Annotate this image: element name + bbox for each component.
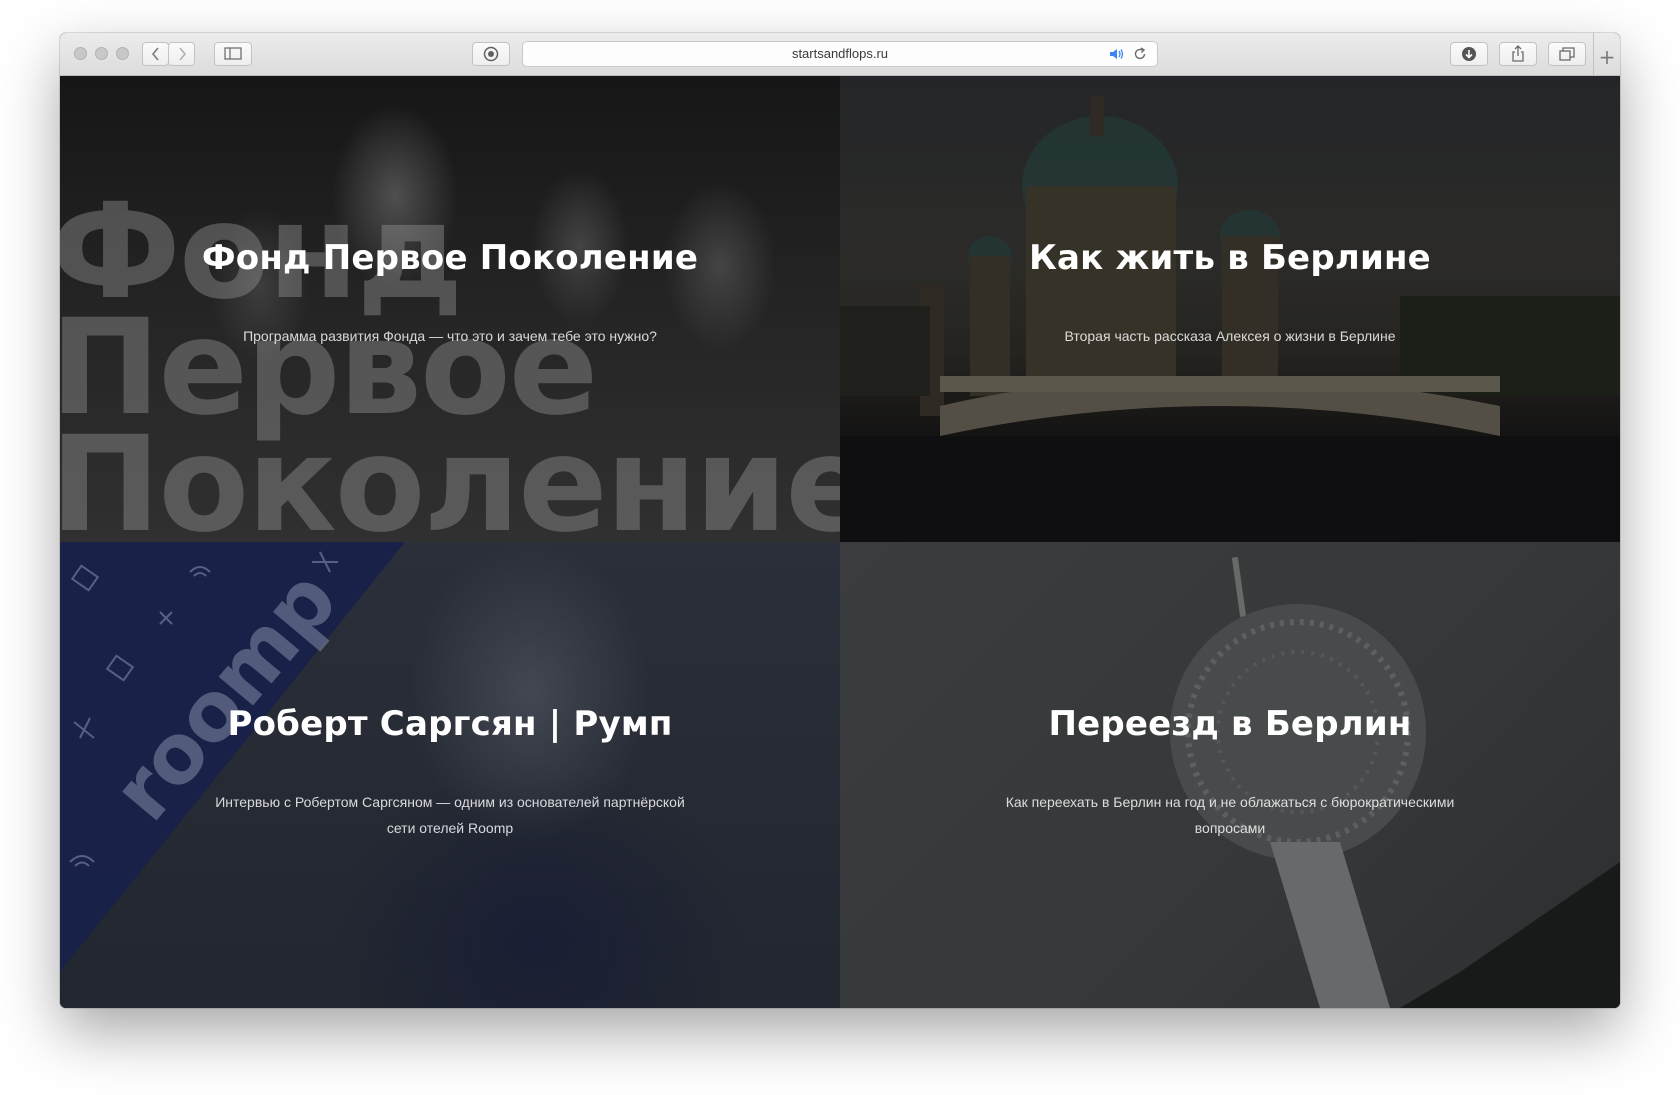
camera-icon — [483, 46, 499, 66]
page-content: Фонд Первое Поколение Фонд Первое Поколе… — [60, 76, 1620, 1008]
share-icon — [1511, 45, 1525, 66]
close-window-button[interactable] — [74, 47, 87, 60]
sidebar-icon — [224, 46, 242, 64]
url-text: startsandflops.ru — [791, 46, 889, 61]
minimize-window-button[interactable] — [95, 47, 108, 60]
browser-window: startsandflops.ru + Фонд Первое Поколени… — [60, 33, 1620, 1008]
card-overlay — [840, 542, 1620, 1008]
tab-overview-button[interactable] — [1548, 42, 1586, 66]
card-overlay — [840, 76, 1620, 542]
plus-icon: + — [1598, 45, 1616, 69]
sidebar-button[interactable] — [214, 42, 252, 66]
background-word-3: Поколение — [60, 408, 840, 542]
article-card-berlin-move[interactable]: Переезд в Берлин Как переехать в Берлин … — [840, 542, 1620, 1008]
card-description: Вторая часть рассказа Алексея о жизни в … — [1064, 328, 1396, 344]
article-card-berlin-life[interactable]: Как жить в Берлине Вторая часть рассказа… — [840, 76, 1620, 542]
reload-icon[interactable] — [1133, 42, 1147, 69]
chevron-right-icon — [177, 47, 187, 65]
share-button[interactable] — [1499, 42, 1537, 66]
downloads-button[interactable] — [1450, 42, 1488, 66]
extension-button[interactable] — [472, 42, 510, 66]
card-title: Фонд Первое Поколение — [201, 238, 699, 278]
forward-button[interactable] — [168, 42, 195, 66]
card-title: Как жить в Берлине — [1029, 238, 1431, 278]
new-tab-button[interactable]: + — [1593, 33, 1620, 75]
tabs-icon — [1559, 47, 1575, 65]
card-title: Роберт Саргсян | Румп — [227, 704, 673, 744]
card-description: Интервью с Робертом Саргсяном — одним из… — [215, 794, 685, 836]
chevron-left-icon — [151, 47, 161, 65]
card-title: Переезд в Берлин — [1048, 704, 1412, 744]
article-card-roomp[interactable]: roomp Роберт Саргсян | Румп Интервью с Р… — [60, 542, 840, 1008]
address-bar[interactable]: startsandflops.ru — [522, 41, 1158, 67]
card-description: Как переехать в Берлин на год и не облаж… — [1005, 794, 1455, 836]
zoom-window-button[interactable] — [116, 47, 129, 60]
download-icon — [1461, 47, 1477, 66]
back-button[interactable] — [142, 42, 169, 66]
speaker-icon[interactable] — [1109, 42, 1125, 69]
browser-toolbar: startsandflops.ru + — [60, 33, 1620, 76]
card-description: Программа развития Фонда — что это и зач… — [243, 328, 657, 344]
article-card-fond[interactable]: Фонд Первое Поколение Фонд Первое Поколе… — [60, 76, 840, 542]
